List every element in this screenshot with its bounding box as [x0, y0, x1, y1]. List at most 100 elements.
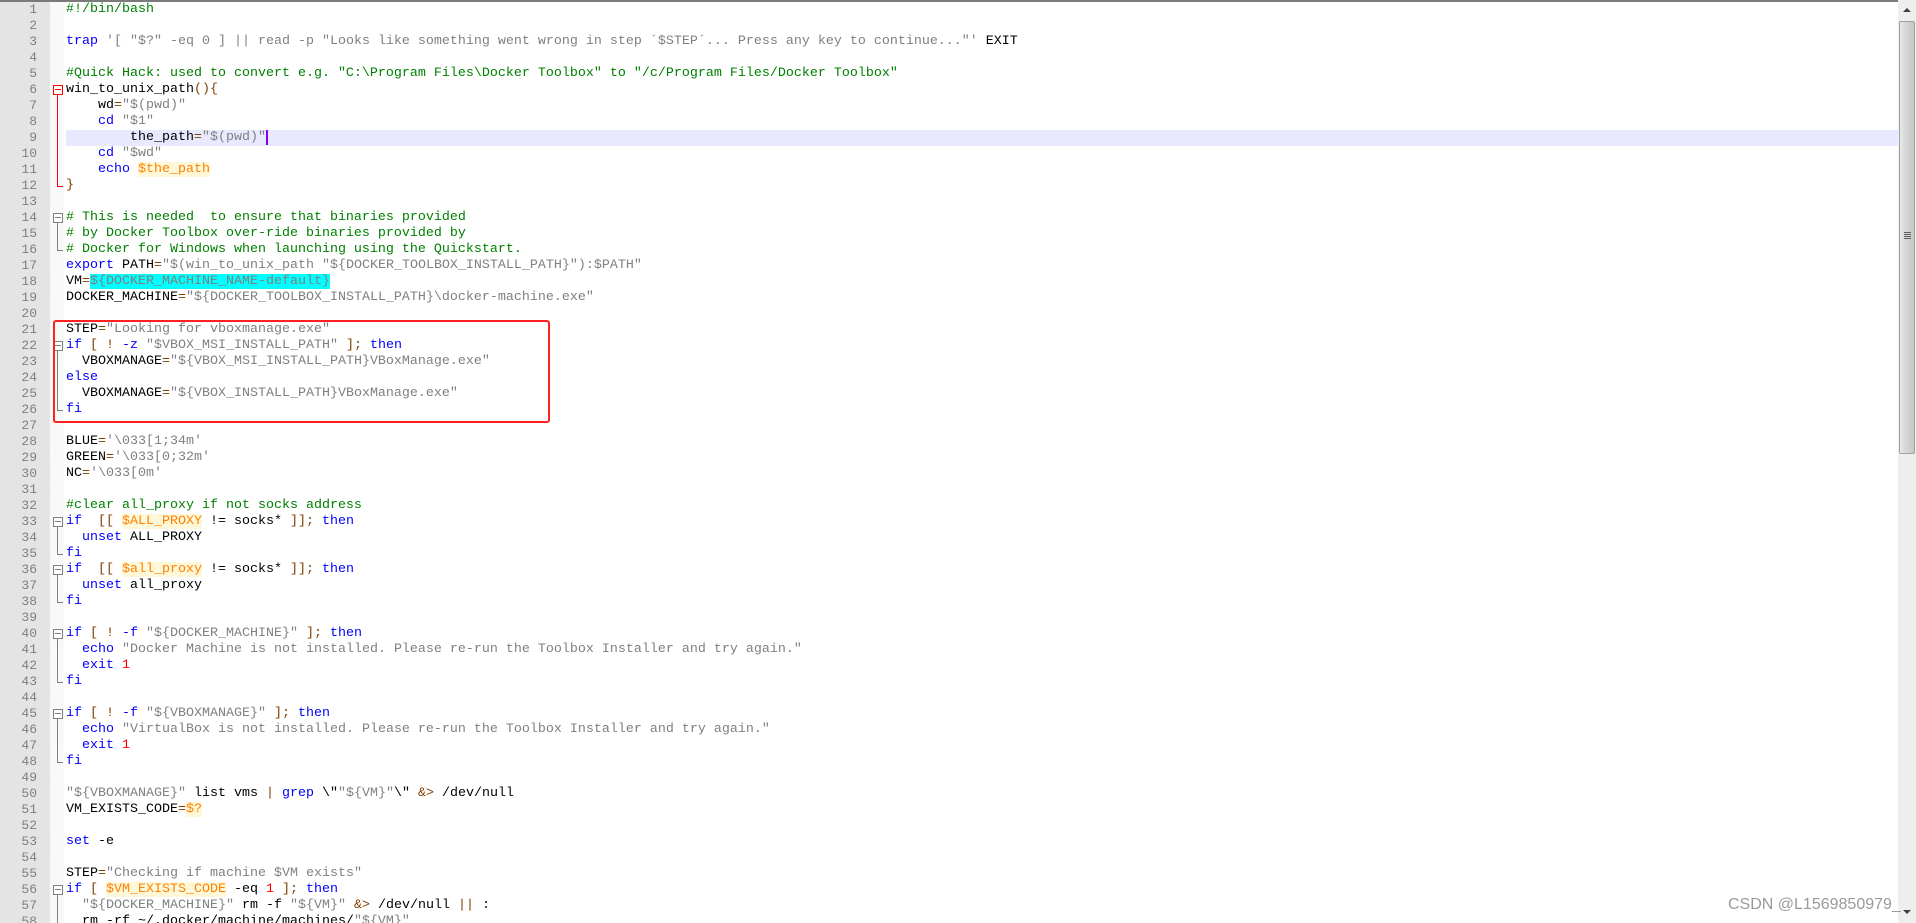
line-text[interactable] — [66, 690, 1898, 706]
code-line[interactable]: 56 if [ $VM_EXISTS_CODE -eq 1 ]; then — [0, 882, 1898, 898]
code-line[interactable]: 35 fi — [0, 546, 1898, 562]
line-text[interactable]: fi — [66, 594, 1898, 610]
code-line[interactable]: 24 else — [0, 370, 1898, 386]
code-line[interactable]: 58 rm -rf ~/.docker/machine/machines/"${… — [0, 914, 1898, 923]
line-text[interactable]: rm -rf ~/.docker/machine/machines/"${VM}… — [66, 914, 1898, 923]
code-line[interactable]: 37 unset all_proxy — [0, 578, 1898, 594]
code-line[interactable]: 51 VM_EXISTS_CODE=$? — [0, 802, 1898, 818]
code-line[interactable]: 26 fi — [0, 402, 1898, 418]
line-text[interactable]: } — [66, 178, 1898, 194]
line-text[interactable]: fi — [66, 674, 1898, 690]
line-text[interactable]: # Docker for Windows when launching usin… — [66, 242, 1898, 258]
line-text[interactable]: if [[ $ALL_PROXY != socks* ]]; then — [66, 514, 1898, 530]
line-text[interactable]: #Quick Hack: used to convert e.g. "C:\Pr… — [66, 66, 1898, 82]
line-text[interactable]: trap '[ "$?" -eq 0 ] || read -p "Looks l… — [66, 34, 1898, 50]
code-line[interactable]: 9 the_path="$(pwd)" — [0, 130, 1898, 146]
code-line[interactable]: 53 set -e — [0, 834, 1898, 850]
code-line[interactable]: 20 — [0, 306, 1898, 322]
line-text[interactable]: NC='\033[0m' — [66, 466, 1898, 482]
code-line[interactable]: 4 — [0, 50, 1898, 66]
line-text[interactable]: if [ ! -f "${VBOXMANAGE}" ]; then — [66, 706, 1898, 722]
line-text[interactable] — [66, 610, 1898, 626]
fold-collapse-icon[interactable] — [53, 210, 64, 226]
code-line[interactable]: 33 if [[ $ALL_PROXY != socks* ]]; then — [0, 514, 1898, 530]
code-line[interactable]: 52 — [0, 818, 1898, 834]
line-text[interactable]: #!/bin/bash — [66, 2, 1898, 18]
code-line[interactable]: 45 if [ ! -f "${VBOXMANAGE}" ]; then — [0, 706, 1898, 722]
code-line[interactable]: 2 — [0, 18, 1898, 34]
line-text[interactable] — [66, 818, 1898, 834]
vertical-scrollbar[interactable] — [1898, 0, 1916, 923]
code-line[interactable]: 39 — [0, 610, 1898, 626]
fold-collapse-icon[interactable] — [53, 514, 64, 530]
line-text[interactable]: "${VBOXMANAGE}" list vms | grep \""${VM}… — [66, 786, 1898, 802]
line-text[interactable]: VBOXMANAGE="${VBOX_MSI_INSTALL_PATH}VBox… — [66, 354, 1898, 370]
line-text[interactable] — [66, 850, 1898, 866]
code-line[interactable]: 30 NC='\033[0m' — [0, 466, 1898, 482]
line-text[interactable]: #clear all_proxy if not socks address — [66, 498, 1898, 514]
code-line[interactable]: 21 STEP="Looking for vboxmanage.exe" — [0, 322, 1898, 338]
code-line[interactable]: 46 echo "VirtualBox is not installed. Pl… — [0, 722, 1898, 738]
scroll-up-arrow-icon[interactable] — [1903, 8, 1911, 12]
code-line[interactable]: 42 exit 1 — [0, 658, 1898, 674]
code-line[interactable]: 23 VBOXMANAGE="${VBOX_MSI_INSTALL_PATH}V… — [0, 354, 1898, 370]
code-line[interactable]: 5 #Quick Hack: used to convert e.g. "C:\P… — [0, 66, 1898, 82]
line-text[interactable]: exit 1 — [66, 738, 1898, 754]
line-text[interactable]: if [ $VM_EXISTS_CODE -eq 1 ]; then — [66, 882, 1898, 898]
line-text[interactable] — [66, 18, 1898, 34]
line-text[interactable]: exit 1 — [66, 658, 1898, 674]
line-text[interactable]: if [ ! -z "$VBOX_MSI_INSTALL_PATH" ]; th… — [66, 338, 1898, 354]
code-line[interactable]: 40 if [ ! -f "${DOCKER_MACHINE}" ]; then — [0, 626, 1898, 642]
line-text[interactable]: set -e — [66, 834, 1898, 850]
code-line[interactable]: 10 cd "$wd" — [0, 146, 1898, 162]
code-line[interactable]: 6 win_to_unix_path(){ — [0, 82, 1898, 98]
line-text[interactable]: unset ALL_PROXY — [66, 530, 1898, 546]
line-text[interactable]: cd "$wd" — [66, 146, 1898, 162]
line-text[interactable] — [66, 482, 1898, 498]
fold-collapse-icon[interactable] — [53, 338, 64, 354]
code-line[interactable]: 14 # This is needed to ensure that binari… — [0, 210, 1898, 226]
fold-collapse-icon[interactable] — [53, 626, 64, 642]
line-text[interactable]: else — [66, 370, 1898, 386]
code-line[interactable]: 48 fi — [0, 754, 1898, 770]
fold-collapse-icon[interactable] — [53, 562, 64, 578]
line-text[interactable]: echo "VirtualBox is not installed. Pleas… — [66, 722, 1898, 738]
line-text[interactable]: if [ ! -f "${DOCKER_MACHINE}" ]; then — [66, 626, 1898, 642]
code-editor[interactable]: 1 #!/bin/bash 2 3 trap '[ "$?" -eq 0 ] || re… — [0, 0, 1916, 923]
line-text[interactable]: # by Docker Toolbox over-ride binaries p… — [66, 226, 1898, 242]
line-text[interactable] — [66, 50, 1898, 66]
line-text[interactable] — [66, 306, 1898, 322]
line-text[interactable]: VBOXMANAGE="${VBOX_INSTALL_PATH}VBoxMana… — [66, 386, 1898, 402]
line-text[interactable] — [66, 770, 1898, 786]
code-line[interactable]: 41 echo "Docker Machine is not installed… — [0, 642, 1898, 658]
line-text[interactable]: export PATH="$(win_to_unix_path "${DOCKE… — [66, 258, 1898, 274]
line-text[interactable]: VM_EXISTS_CODE=$? — [66, 802, 1898, 818]
line-text[interactable]: # This is needed to ensure that binaries… — [66, 210, 1898, 226]
code-line[interactable]: 1 #!/bin/bash — [0, 2, 1898, 18]
code-line[interactable]: 32 #clear all_proxy if not socks address — [0, 498, 1898, 514]
code-line[interactable]: 29 GREEN='\033[0;32m' — [0, 450, 1898, 466]
code-line[interactable]: 57 "${DOCKER_MACHINE}" rm -f "${VM}" &> … — [0, 898, 1898, 914]
line-text[interactable]: BLUE='\033[1;34m' — [66, 434, 1898, 450]
code-line[interactable]: 7 wd="$(pwd)" — [0, 98, 1898, 114]
fold-collapse-icon[interactable] — [53, 882, 64, 898]
scroll-down-arrow-icon[interactable] — [1903, 910, 1911, 914]
line-text[interactable]: VM=${DOCKER_MACHINE_NAME-default} — [66, 274, 1898, 290]
code-line[interactable]: 3 trap '[ "$?" -eq 0 ] || read -p "Looks … — [0, 34, 1898, 50]
code-line[interactable]: 13 — [0, 194, 1898, 210]
code-line[interactable]: 47 exit 1 — [0, 738, 1898, 754]
line-text[interactable]: STEP="Looking for vboxmanage.exe" — [66, 322, 1898, 338]
line-text[interactable]: the_path="$(pwd)" — [66, 130, 1898, 146]
line-text[interactable]: unset all_proxy — [66, 578, 1898, 594]
code-line[interactable]: 12} — [0, 178, 1898, 194]
scrollbar-thumb[interactable] — [1899, 21, 1915, 454]
code-line[interactable]: 17 export PATH="$(win_to_unix_path "${DOC… — [0, 258, 1898, 274]
line-text[interactable]: STEP="Checking if machine $VM exists" — [66, 866, 1898, 882]
line-text[interactable]: DOCKER_MACHINE="${DOCKER_TOOLBOX_INSTALL… — [66, 290, 1898, 306]
code-line[interactable]: 44 — [0, 690, 1898, 706]
fold-collapse-icon[interactable] — [53, 82, 64, 98]
code-line[interactable]: 18 VM=${DOCKER_MACHINE_NAME-default} — [0, 274, 1898, 290]
code-line[interactable]: 25 VBOXMANAGE="${VBOX_INSTALL_PATH}VBoxM… — [0, 386, 1898, 402]
line-text[interactable]: if [[ $all_proxy != socks* ]]; then — [66, 562, 1898, 578]
code-line[interactable]: 36 if [[ $all_proxy != socks* ]]; then — [0, 562, 1898, 578]
